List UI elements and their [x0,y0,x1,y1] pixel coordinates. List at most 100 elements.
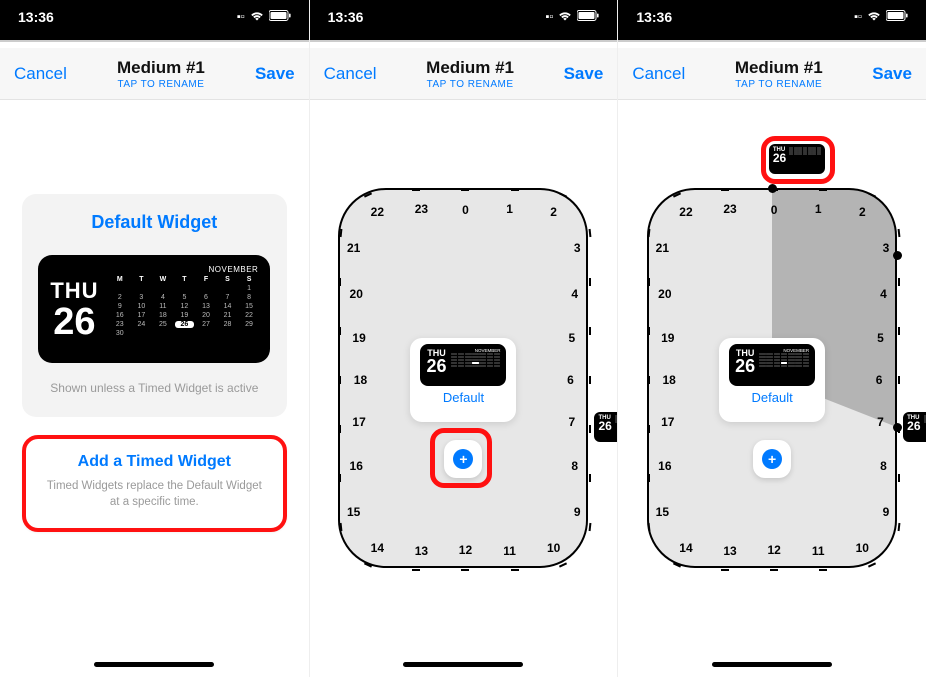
range-end-handle[interactable] [893,423,902,432]
content-area: 01234567891011121314151617181920212223 T… [618,100,926,677]
dial-tick [770,569,778,571]
page-subtitle: TAP TO RENAME [117,79,205,90]
plus-icon: + [762,449,782,469]
navigation-bar: Cancel Medium #1 TAP TO RENAME Save [618,48,926,100]
default-widget-caption: Shown unless a Timed Widget is active [36,381,273,395]
page-subtitle: TAP TO RENAME [735,79,823,90]
battery-icon [577,10,599,24]
dial-hour-2: 2 [544,205,564,219]
dial-hour-1: 1 [808,202,828,216]
status-icons: ▪▫ [546,10,600,24]
dial-hour-4: 4 [565,287,585,301]
default-widget-card[interactable]: Default Widget THU 26 NOVEMBER MTWTFSS12… [22,194,287,417]
battery-icon [269,10,291,24]
dial-hour-5: 5 [871,331,891,345]
dial-tick [819,569,827,571]
calendar-grid: MTWTFSS123456789101112131415161718192021… [111,276,259,337]
nav-title-group[interactable]: Medium #1 TAP TO RENAME [117,58,205,90]
wifi-icon [867,10,881,24]
dial-tick [868,192,876,197]
timed-widget-thumb-side[interactable]: THU26 [903,412,926,442]
default-widget-chip[interactable]: THU26 NOVEMBER Default [410,338,516,422]
status-icons: ▪▫ [237,10,291,24]
page-title: Medium #1 [117,58,205,78]
dial-tick [648,376,650,384]
dial-tick [511,189,519,191]
dial-hour-18: 18 [350,373,370,387]
dial-tick [589,376,591,384]
home-indicator[interactable] [712,662,832,667]
status-bar: 13:36 ▪▫ [310,0,618,34]
dial-hour-17: 17 [658,415,678,429]
dial-tick [339,376,341,384]
dial-tick [898,376,900,384]
dial-hour-8: 8 [873,459,893,473]
dial-hour-6: 6 [560,373,580,387]
dial-hour-7: 7 [562,415,582,429]
dial-hour-2: 2 [852,205,872,219]
plus-icon: + [453,449,473,469]
dial-hour-9: 9 [567,505,587,519]
dial-hour-13: 13 [720,544,740,558]
dial-hour-15: 15 [344,505,364,519]
range-start-handle[interactable] [768,184,777,193]
dial-hour-11: 11 [808,544,828,558]
add-time-slot-button[interactable]: + [753,440,791,478]
dial-hour-20: 20 [346,287,366,301]
home-indicator[interactable] [94,662,214,667]
dial-tick [898,327,900,335]
dial-hour-7: 7 [871,415,891,429]
dial-tick [559,563,567,568]
save-button[interactable]: Save [255,64,295,84]
calendar-daynum: 26 [50,304,98,340]
dial-hour-16: 16 [346,459,366,473]
nav-title-group[interactable]: Medium #1 TAP TO RENAME [735,58,823,90]
sheet-chrome [0,34,309,48]
dial-hour-10: 10 [852,541,872,555]
default-widget-title: Default Widget [36,212,273,233]
cancel-button[interactable]: Cancel [14,64,67,84]
dial-tick [589,327,591,335]
home-indicator[interactable] [403,662,523,667]
status-bar: 13:36 ▪▫ [618,0,926,34]
timed-widget-thumb-top[interactable]: THU26 [769,144,825,174]
battery-icon [886,10,908,24]
dial-tick [589,474,591,482]
wifi-icon [250,10,264,24]
dial-hour-6: 6 [869,373,889,387]
time-dial[interactable]: 01234567891011121314151617181920212223 T… [338,188,588,568]
default-widget-chip[interactable]: THU26 NOVEMBER Default [719,338,825,422]
dial-tick [511,569,519,571]
dial-hour-21: 21 [344,241,364,255]
dial-tick [412,569,420,571]
dial-tick [898,474,900,482]
time-dial[interactable]: 01234567891011121314151617181920212223 T… [647,188,897,568]
dial-tick [589,229,592,237]
dial-hour-9: 9 [876,505,896,519]
dial-tick [339,327,341,335]
save-button[interactable]: Save [872,64,912,84]
dial-hour-22: 22 [676,205,696,219]
add-time-slot-button[interactable]: + [444,440,482,478]
save-button[interactable]: Save [564,64,604,84]
range-mid-handle[interactable] [893,251,902,260]
calendar-month: NOVEMBER [111,265,259,274]
nav-title-group[interactable]: Medium #1 TAP TO RENAME [426,58,514,90]
add-timed-widget-title: Add a Timed Widget [42,453,267,471]
dial-hour-11: 11 [500,544,520,558]
wifi-icon [558,10,572,24]
cancel-button[interactable]: Cancel [632,64,685,84]
cancel-button[interactable]: Cancel [324,64,377,84]
default-widget-chip-label: Default [410,390,516,405]
page-title: Medium #1 [735,58,823,78]
dial-tick [648,425,650,433]
signal-icon: ▪▫ [854,11,862,23]
dial-hour-23: 23 [411,202,431,216]
default-widget-chip-label: Default [719,390,825,405]
dial-hour-1: 1 [500,202,520,216]
dial-tick [339,474,341,482]
dial-tick [648,229,651,237]
page-subtitle: TAP TO RENAME [426,79,514,90]
dial-tick [461,569,469,571]
add-timed-widget-card[interactable]: Add a Timed Widget Timed Widgets replace… [22,435,287,532]
